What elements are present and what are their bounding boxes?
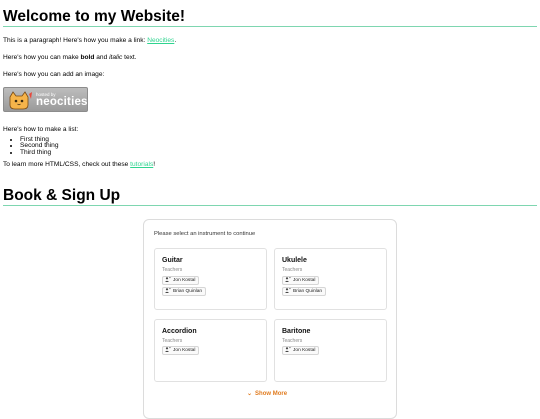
learn-end: ! xyxy=(153,161,156,169)
teacher-chip[interactable]: Jon Kostal xyxy=(162,276,200,285)
tutorials-link[interactable]: tutorials xyxy=(130,161,153,168)
teacher-name: Jon Kostal xyxy=(173,278,196,283)
chevron-down-icon: ⌄ xyxy=(247,391,253,397)
instrument-card-baritone[interactable]: Baritone Teachers Jon Kostal xyxy=(274,319,387,382)
show-more-button[interactable]: ⌄ Show More xyxy=(247,390,287,397)
teacher-name: Brian Quinlan xyxy=(293,289,323,294)
example-list: First thing Second thing Third thing xyxy=(3,136,537,156)
instrument-name: Ukulele xyxy=(282,257,307,264)
neocities-badge-image: hosted by neocities xyxy=(3,87,88,112)
instrument-subtitle: Teachers xyxy=(162,267,183,273)
teacher-icon xyxy=(165,347,171,352)
teacher-icon xyxy=(165,277,171,282)
instrument-card-ukulele[interactable]: Ukulele Teachers Jon Kostal Brian Quinla… xyxy=(274,248,387,310)
learn-paragraph: To learn more HTML/CSS, check out these … xyxy=(3,161,537,169)
instrument-name: Guitar xyxy=(162,257,183,264)
format-end: text. xyxy=(122,54,137,61)
format-and: and xyxy=(94,54,110,61)
instrument-card-guitar[interactable]: Guitar Teachers Jon Kostal Brian Quinlan xyxy=(154,248,267,310)
page-title: Welcome to my Website! xyxy=(3,0,537,27)
teacher-name: Jon Kostal xyxy=(293,348,316,353)
teacher-chip[interactable]: Jon Kostal xyxy=(282,346,320,355)
list-paragraph: Here's how to make a list: xyxy=(3,126,79,133)
badge-neocities-wordmark: neocities xyxy=(36,96,88,108)
image-paragraph: Here's how you can add an image: xyxy=(3,71,105,78)
booking-title: Book & Sign Up xyxy=(3,179,537,207)
teacher-icon xyxy=(285,347,291,352)
neocities-cat-icon xyxy=(9,91,32,110)
neocities-link[interactable]: Neocities xyxy=(147,37,174,44)
teacher-chip[interactable]: Brian Quinlan xyxy=(162,287,207,296)
teacher-icon xyxy=(285,277,291,282)
list-item: Third thing xyxy=(20,149,537,156)
intro-end: . xyxy=(174,37,177,44)
italic-text: italic xyxy=(109,54,123,61)
show-more-label: Show More xyxy=(255,391,288,397)
format-paragraph: Here's how you can make bold and italic … xyxy=(3,54,537,62)
instrument-name: Accordion xyxy=(162,328,197,335)
booking-widget: Please select an instrument to continue … xyxy=(143,219,397,419)
teacher-name: Brian Quinlan xyxy=(173,289,203,294)
booking-prompt: Please select an instrument to continue xyxy=(154,231,256,237)
intro-paragraph: This is a paragraph! Here's how you make… xyxy=(3,37,537,45)
teacher-chip[interactable]: Jon Kostal xyxy=(282,276,320,285)
instrument-card-accordion[interactable]: Accordion Teachers Jon Kostal xyxy=(154,319,267,382)
teacher-chip[interactable]: Brian Quinlan xyxy=(282,287,327,296)
teacher-name: Jon Kostal xyxy=(293,278,316,283)
intro-text: This is a paragraph! Here's how you make… xyxy=(3,37,148,44)
instrument-subtitle: Teachers xyxy=(282,338,303,344)
instrument-subtitle: Teachers xyxy=(282,267,303,273)
instrument-name: Baritone xyxy=(282,328,311,335)
teacher-icon xyxy=(165,288,171,293)
bold-text: bold xyxy=(80,54,95,61)
teacher-name: Jon Kostal xyxy=(173,348,196,353)
learn-text: To learn more HTML/CSS, check out these xyxy=(3,161,131,169)
teacher-chip[interactable]: Jon Kostal xyxy=(162,346,200,355)
format-text: Here's how you can make xyxy=(3,54,81,61)
teacher-icon xyxy=(285,288,291,293)
instrument-subtitle: Teachers xyxy=(162,338,183,344)
